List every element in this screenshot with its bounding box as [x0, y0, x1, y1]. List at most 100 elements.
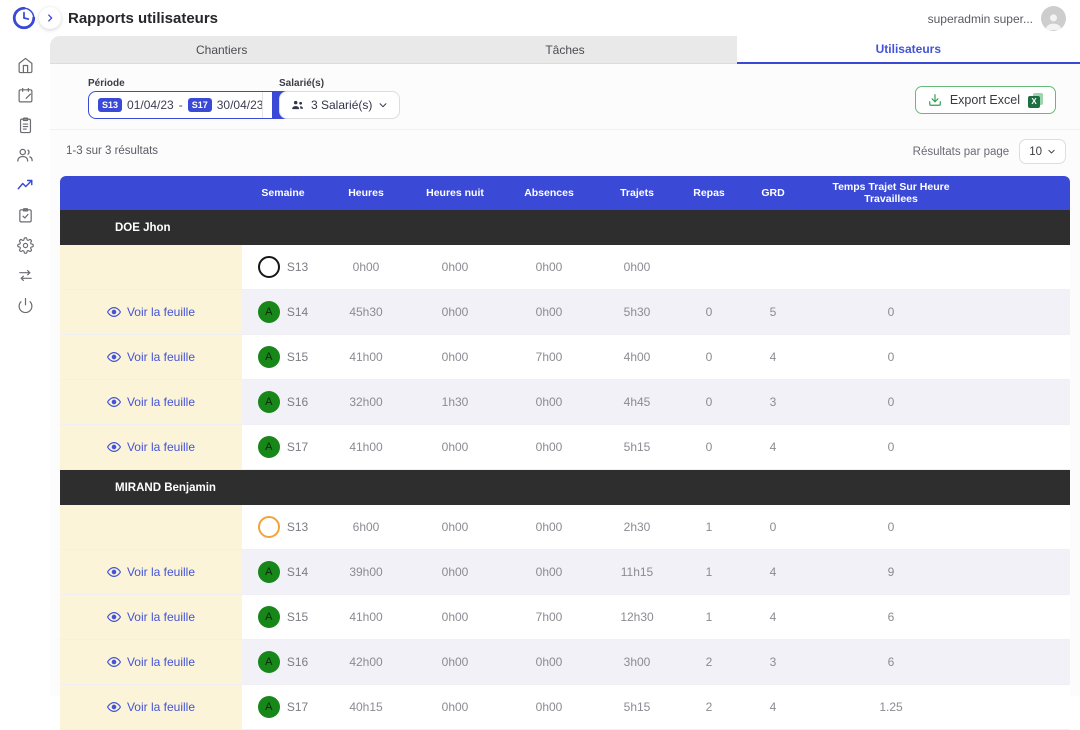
cell-temps-trajet: 0: [806, 505, 976, 549]
cell-heures: 0h00: [324, 245, 408, 289]
voir-la-feuille-link[interactable]: Voir la feuille: [107, 305, 195, 319]
table-header: Semaine Heures Heures nuit Absences Traj…: [60, 176, 1070, 210]
week-cell: S13: [242, 245, 324, 289]
sidebar-expand-button[interactable]: [39, 7, 61, 29]
cell-repas: 2: [678, 640, 740, 684]
cell-heures-nuit: 0h00: [408, 425, 502, 469]
reports-chart-icon: [16, 176, 34, 194]
sidebar-item-worksheets[interactable]: [0, 110, 50, 140]
col-header-semaine: Semaine: [242, 176, 324, 210]
cell-temps-trajet: [806, 245, 976, 289]
cell-trajets: 0h00: [596, 245, 678, 289]
sidebar-item-home[interactable]: [0, 50, 50, 80]
cell-absences: 0h00: [502, 245, 596, 289]
cell-heures: 41h00: [324, 425, 408, 469]
cell-temps-trajet: 0: [806, 425, 976, 469]
col-header-temps-trajet: Temps Trajet Sur Heure Travaillees: [806, 176, 976, 210]
view-sheet-cell: Voir la feuille: [60, 595, 242, 639]
eye-icon: [107, 350, 121, 364]
date-start-value: 01/04/23: [127, 98, 174, 112]
sidebar-item-settings[interactable]: [0, 230, 50, 260]
week-cell: AS14: [242, 550, 324, 594]
cell-temps-trajet: 9: [806, 550, 976, 594]
cell-filler: [976, 245, 1070, 289]
sidebar-item-reports[interactable]: [0, 170, 50, 200]
date-range-input[interactable]: S13 01/04/23 - S17 30/04/23: [88, 91, 303, 119]
cell-absences: 0h00: [502, 685, 596, 729]
home-icon: [17, 57, 34, 74]
salaries-dropdown[interactable]: 3 Salarié(s): [279, 91, 400, 119]
sidebar-navigation: [0, 36, 50, 696]
voir-la-feuille-label: Voir la feuille: [127, 700, 195, 714]
cell-heures-nuit: 1h30: [408, 380, 502, 424]
eye-icon: [107, 395, 121, 409]
cell-heures: 41h00: [324, 335, 408, 379]
cell-heures: 40h15: [324, 685, 408, 729]
week-status-badge: A: [258, 301, 280, 323]
voir-la-feuille-link[interactable]: Voir la feuille: [107, 395, 195, 409]
tab-chantiers[interactable]: Chantiers: [50, 36, 393, 64]
export-excel-button[interactable]: Export Excel X: [915, 86, 1056, 114]
voir-la-feuille-label: Voir la feuille: [127, 610, 195, 624]
week-label: S14: [287, 305, 308, 319]
cell-heures-nuit: 0h00: [408, 335, 502, 379]
table-row: Voir la feuilleAS1541h000h007h0012h30146: [60, 595, 1070, 640]
settings-gear-icon: [17, 237, 34, 254]
table-body: DOE JhonS130h000h000h000h00Voir la feuil…: [60, 210, 1070, 730]
excel-file-icon: X: [1028, 93, 1043, 108]
cell-absences: 0h00: [502, 550, 596, 594]
view-sheet-cell: [60, 245, 242, 289]
employee-group-header: MIRAND Benjamin: [60, 470, 1070, 505]
voir-la-feuille-label: Voir la feuille: [127, 565, 195, 579]
chevron-down-icon: [378, 100, 388, 110]
view-sheet-cell: [60, 505, 242, 549]
cell-grd: 4: [740, 595, 806, 639]
week-label: S15: [287, 350, 308, 364]
view-sheet-cell: Voir la feuille: [60, 640, 242, 684]
user-menu[interactable]: superadmin super...: [928, 6, 1066, 31]
tab-taches[interactable]: Tâches: [393, 36, 736, 64]
cell-filler: [976, 380, 1070, 424]
voir-la-feuille-link[interactable]: Voir la feuille: [107, 655, 195, 669]
voir-la-feuille-link[interactable]: Voir la feuille: [107, 440, 195, 454]
col-header-heures-nuit: Heures nuit: [408, 176, 502, 210]
voir-la-feuille-link[interactable]: Voir la feuille: [107, 565, 195, 579]
cell-absences: 0h00: [502, 380, 596, 424]
voir-la-feuille-link[interactable]: Voir la feuille: [107, 350, 195, 364]
cell-trajets: 5h15: [596, 425, 678, 469]
results-bar: 1-3 sur 3 résultats Résultats par page 1…: [50, 130, 1080, 174]
tab-utilisateurs[interactable]: Utilisateurs: [737, 36, 1080, 64]
week-cell: AS17: [242, 685, 324, 729]
sidebar-item-transfers[interactable]: [0, 260, 50, 290]
voir-la-feuille-label: Voir la feuille: [127, 395, 195, 409]
logout-power-icon: [17, 297, 34, 314]
cell-repas: 1: [678, 595, 740, 639]
col-header-grd: GRD: [740, 176, 806, 210]
cell-temps-trajet: 0: [806, 380, 976, 424]
cell-grd: 4: [740, 425, 806, 469]
per-page-value: 10: [1029, 146, 1042, 158]
sidebar-item-tasks[interactable]: [0, 200, 50, 230]
week-cell: AS15: [242, 335, 324, 379]
cell-trajets: 5h15: [596, 685, 678, 729]
week-status-badge: A: [258, 606, 280, 628]
user-avatar-icon[interactable]: [1041, 6, 1066, 31]
sidebar-item-planning[interactable]: [0, 80, 50, 110]
cell-absences: 0h00: [502, 640, 596, 684]
cell-absences: 0h00: [502, 425, 596, 469]
cell-heures-nuit: 0h00: [408, 505, 502, 549]
week-status-badge: [258, 256, 280, 278]
cell-grd: 4: [740, 550, 806, 594]
per-page-select[interactable]: 10: [1019, 139, 1066, 164]
cell-heures: 41h00: [324, 595, 408, 639]
sidebar-item-logout[interactable]: [0, 290, 50, 320]
week-status-badge: [258, 516, 280, 538]
week-cell: S13: [242, 505, 324, 549]
sidebar-item-employees[interactable]: [0, 140, 50, 170]
cell-temps-trajet: 6: [806, 595, 976, 639]
voir-la-feuille-link[interactable]: Voir la feuille: [107, 610, 195, 624]
salaries-users-icon: [291, 98, 305, 112]
voir-la-feuille-link[interactable]: Voir la feuille: [107, 700, 195, 714]
cell-trajets: 5h30: [596, 290, 678, 334]
table-row: S136h000h000h002h30100: [60, 505, 1070, 550]
